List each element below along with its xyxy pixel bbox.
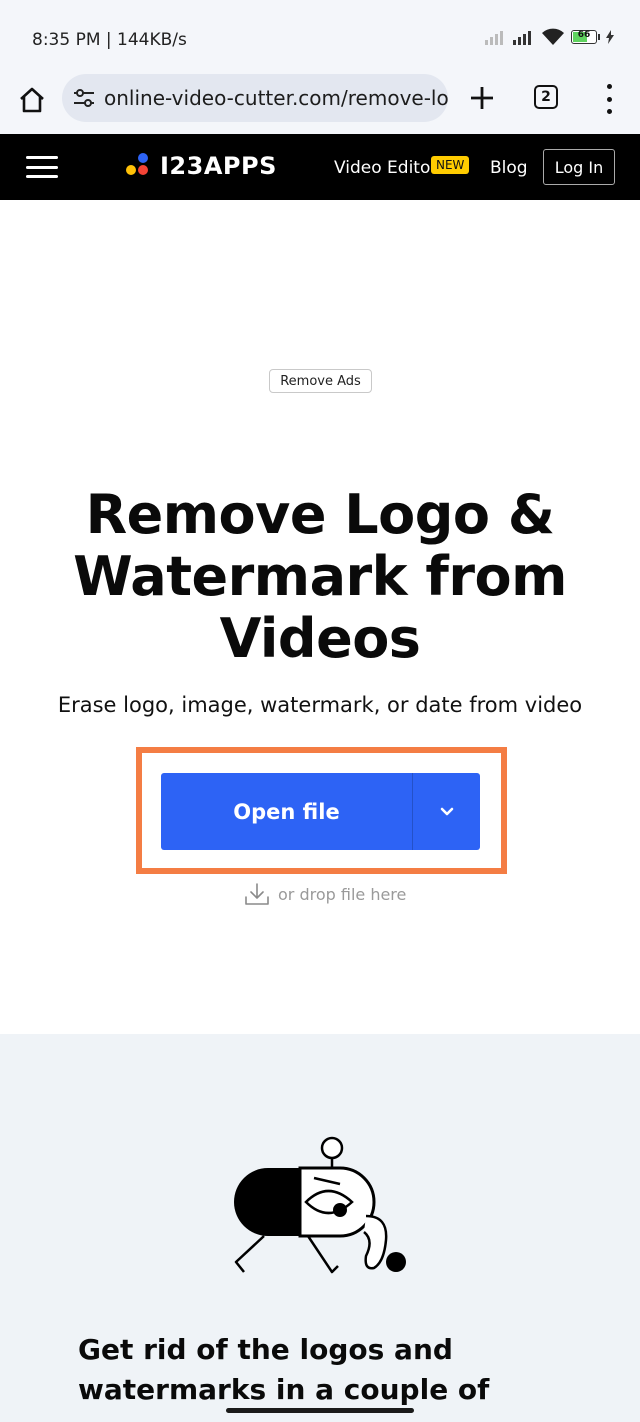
- download-icon: [245, 883, 269, 905]
- wifi-icon: [542, 28, 564, 45]
- open-file-button-group: Open file: [161, 773, 480, 850]
- open-file-dropdown-button[interactable]: [413, 773, 480, 850]
- tab-switcher-button[interactable]: 2: [534, 85, 558, 109]
- charging-bolt-icon: [606, 30, 614, 44]
- feature-section: Get rid of the logos and watermarks in a…: [0, 1034, 640, 1422]
- logo-dots-icon: [126, 153, 152, 179]
- section-heading: Get rid of the logos and watermarks in a…: [78, 1333, 490, 1406]
- home-icon: [20, 87, 44, 113]
- gesture-navigation-bar[interactable]: [226, 1408, 414, 1413]
- page-title: Remove Logo & Watermark from Videos: [73, 483, 567, 670]
- site-header: I23APPS Video Editor NEW Blog Log In: [0, 134, 640, 200]
- drop-zone-hint: or drop file here: [244, 882, 406, 906]
- address-bar[interactable]: online-video-cutter.com/remove-logo: [62, 74, 448, 122]
- drop-hint-text: or drop file here: [278, 884, 407, 904]
- open-file-button[interactable]: Open file: [161, 773, 413, 850]
- nav-blog-link[interactable]: Blog: [490, 158, 528, 178]
- browser-menu-icon[interactable]: [598, 84, 620, 114]
- battery-icon: 66: [571, 30, 600, 44]
- url-text[interactable]: online-video-cutter.com/remove-logo: [104, 86, 448, 110]
- remove-ads-button[interactable]: Remove Ads: [269, 369, 372, 393]
- status-icons: 66: [485, 28, 614, 46]
- new-tab-icon[interactable]: [466, 82, 498, 114]
- logo[interactable]: I23APPS: [126, 152, 277, 180]
- logo-text: I23APPS: [160, 152, 277, 180]
- login-button[interactable]: Log In: [543, 149, 615, 185]
- signal-weak-icon: [485, 31, 503, 45]
- hamburger-menu-icon[interactable]: [26, 156, 58, 178]
- status-bar: 8:35 PM | 144KB/s 66: [0, 0, 640, 74]
- chevron-down-icon: [440, 807, 453, 815]
- status-time: 8:35 PM | 144KB/s: [32, 30, 187, 50]
- battery-level: 66: [577, 30, 591, 40]
- home-button[interactable]: [16, 84, 48, 116]
- mascot-illustration: [234, 1136, 406, 1274]
- nav-video-editor-link[interactable]: Video Editor: [334, 158, 437, 178]
- site-settings-icon[interactable]: [72, 88, 96, 108]
- browser-toolbar: online-video-cutter.com/remove-logo 2: [0, 74, 640, 134]
- page-subtitle: Erase logo, image, watermark, or date fr…: [57, 693, 583, 717]
- new-badge: NEW: [431, 156, 470, 174]
- signal-icon: [513, 31, 531, 45]
